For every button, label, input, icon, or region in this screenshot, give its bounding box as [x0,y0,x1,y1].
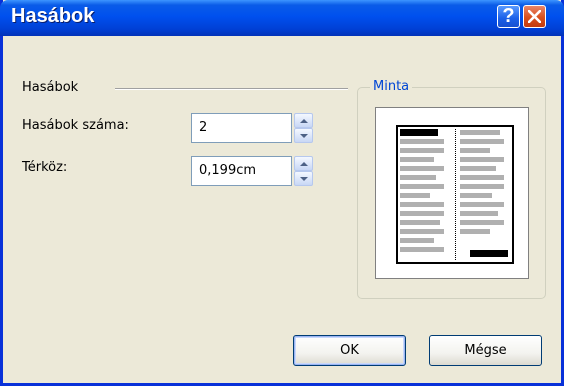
preview-text-line [400,247,444,252]
preview-text-line [400,184,444,189]
spacing-input[interactable]: 0,199cm [191,156,292,186]
preview-text-line [400,148,444,153]
preview-text-line [400,139,444,144]
preview-text-line [400,220,440,225]
ok-button[interactable]: OK [293,335,406,366]
spacing-up-button[interactable] [294,156,313,171]
preview-text-line [400,157,434,162]
preview-text-line [460,211,498,216]
title-bar[interactable]: Hasábok ? [0,0,564,36]
arrow-up-icon [300,119,308,123]
columns-down-button[interactable] [294,128,313,143]
preview-text-line [460,148,490,153]
preview-footer-bar [470,250,508,257]
section-divider [115,88,348,89]
preview-column-divider [455,129,456,260]
preview-text-line [460,229,490,234]
preview-text-line [400,202,444,207]
spacing-label: Térköz: [22,160,68,175]
preview-text-line [400,238,434,243]
preview-text-line [400,193,430,198]
section-label: Hasábok [22,80,79,95]
spacing-down-button[interactable] [294,171,313,186]
window-title: Hasábok [11,5,95,27]
preview-text-line [460,184,504,189]
preview-text-line [460,175,504,180]
preview-text-line [400,229,444,234]
cancel-button[interactable]: Mégse [429,335,542,366]
columns-up-button[interactable] [294,113,313,128]
close-button[interactable] [523,5,546,28]
preview-text-line [460,157,504,162]
columns-label: Hasábok száma: [22,118,129,133]
arrow-down-icon [300,177,308,181]
close-icon [528,10,541,23]
preview-heading-bar [400,129,438,136]
columns-spinner[interactable] [294,113,313,143]
preview-text-line [460,166,496,171]
preview-text-line [460,139,504,144]
preview-text-line [400,166,444,171]
preview-text-line [460,202,504,207]
preview-text-line [460,130,500,135]
preview-text-line [460,220,504,225]
preview-text-line [400,175,436,180]
spacing-spinner[interactable] [294,156,313,186]
preview-text-line [400,211,444,216]
columns-input[interactable]: 2 [191,113,292,143]
preview-text-line [460,193,492,198]
arrow-up-icon [300,162,308,166]
preview-legend: Minta [370,79,413,94]
arrow-down-icon [300,134,308,138]
help-button[interactable]: ? [497,5,520,28]
